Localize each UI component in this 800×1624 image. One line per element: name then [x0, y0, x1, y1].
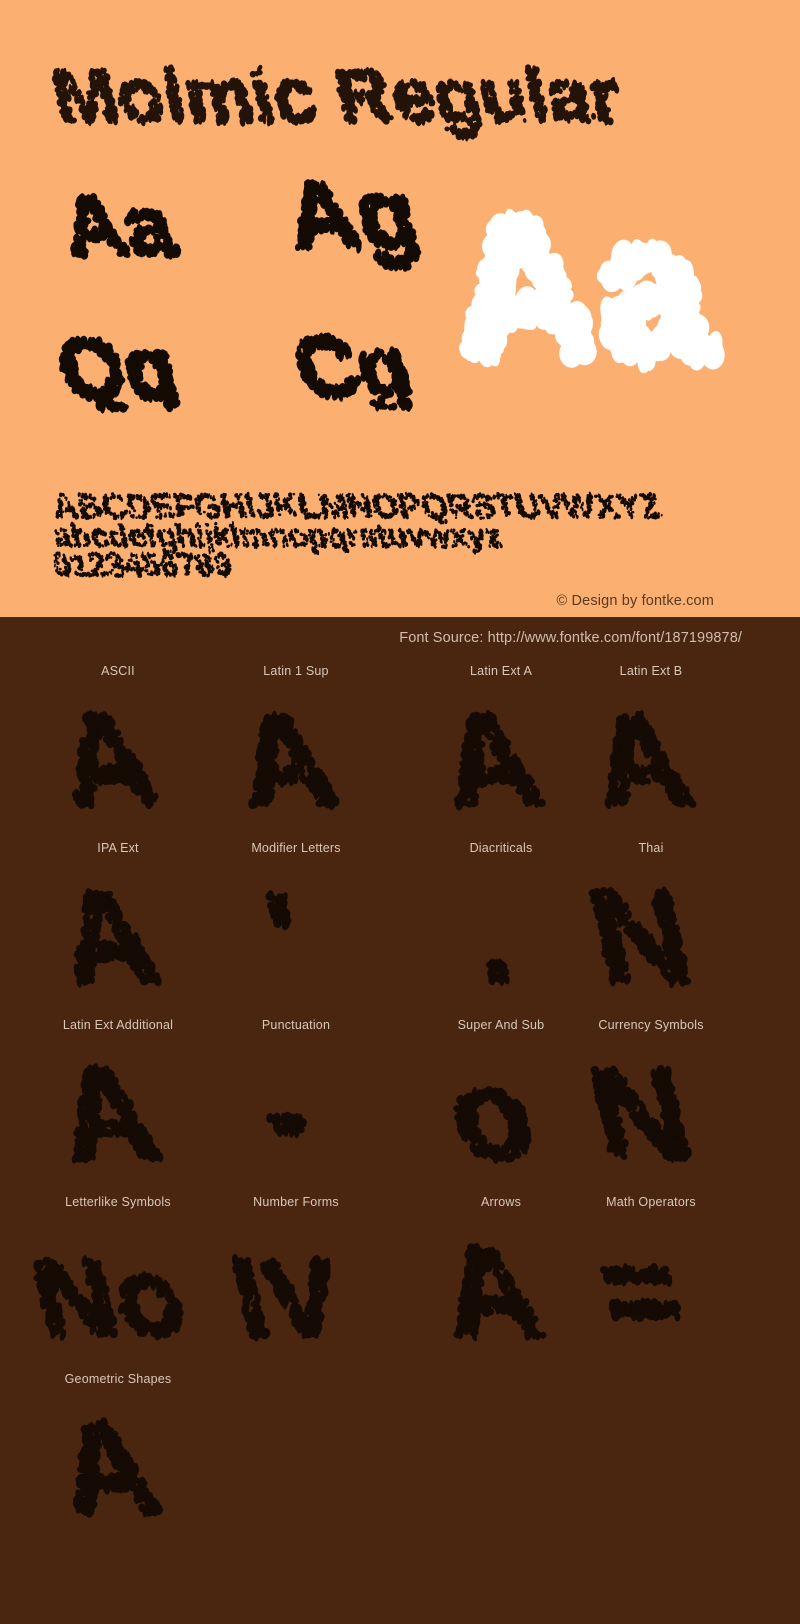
- coverage-glyph: [562, 1214, 740, 1354]
- coverage-glyph: [29, 1037, 207, 1177]
- coverage-grid: ASCII Latin 1 Sup Latin Ext A Latin Ext …: [0, 653, 800, 1538]
- coverage-cell-latin-ext-b: Latin Ext B: [562, 653, 740, 830]
- coverage-row: Letterlike Symbols Number Forms Arrows M…: [0, 1184, 800, 1361]
- coverage-row: Geometric Shapes: [0, 1361, 800, 1538]
- coverage-label: Latin 1 Sup: [263, 664, 329, 678]
- coverage-cell-thai: Thai: [562, 830, 740, 1007]
- coverage-cell-geometric-shapes: Geometric Shapes: [29, 1361, 207, 1538]
- coverage-label: IPA Ext: [97, 841, 139, 855]
- coverage-label: Letterlike Symbols: [65, 1195, 171, 1209]
- coverage-cell-latin-ext-additional: Latin Ext Additional: [29, 1007, 207, 1184]
- coverage-label: Number Forms: [253, 1195, 339, 1209]
- coverage-cell-currency-symbols: Currency Symbols: [562, 1007, 740, 1184]
- coverage-row: Latin Ext Additional Punctuation Super A…: [0, 1007, 800, 1184]
- coverage-glyph: [29, 683, 207, 823]
- coverage-label: Thai: [638, 841, 664, 855]
- specimen-title-row: Molmic Regular: [0, 48, 800, 144]
- coverage-cell-ascii: ASCII: [29, 653, 207, 830]
- coverage-glyph: [207, 1037, 385, 1177]
- coverage-label: ASCII: [101, 664, 135, 678]
- coverage-row: IPA Ext Modifier Letters Diacriticals Th…: [0, 830, 800, 1007]
- coverage-label: Modifier Letters: [251, 841, 341, 855]
- sample-glyph-ag: Ag: [290, 178, 430, 272]
- design-credit: © Design by fontke.com: [556, 593, 714, 609]
- sample-glyph-cg: Cg: [290, 328, 430, 412]
- coverage-label: Geometric Shapes: [64, 1372, 172, 1386]
- coverage-glyph: [562, 860, 740, 1000]
- coverage-glyph: [29, 1214, 207, 1354]
- coverage-cell-punctuation: Punctuation: [207, 1007, 385, 1184]
- coverage-glyph: [207, 1214, 385, 1354]
- unicode-coverage-panel: Font Source: http://www.fontke.com/font/…: [0, 617, 800, 1624]
- alphabet-sample: ABCDEFGHIJKLMNOPQRSTUVWXYZ abcdefghijklm…: [53, 488, 720, 593]
- alphabet-digits: 0123456789: [53, 548, 345, 582]
- coverage-glyph: [29, 860, 207, 1000]
- coverage-label: Latin Ext B: [619, 664, 683, 678]
- coverage-cell-ipa-ext: IPA Ext: [29, 830, 207, 1007]
- coverage-label: Math Operators: [606, 1195, 696, 1209]
- coverage-glyph: [207, 860, 385, 1000]
- font-specimen-page: Molmic Regular Aa Ag Qq Cg Aa ABCDEFGHIJ…: [0, 0, 800, 1624]
- sample-glyph-aa: Aa: [55, 185, 195, 265]
- coverage-cell-latin-1-sup: Latin 1 Sup: [207, 653, 385, 830]
- sample-glyph-qq: Qq: [55, 328, 195, 414]
- coverage-glyph: [207, 683, 385, 823]
- page-title: [51, 48, 715, 142]
- coverage-row: ASCII Latin 1 Sup Latin Ext A Latin Ext …: [0, 653, 800, 830]
- coverage-label: Latin Ext Additional: [62, 1018, 174, 1032]
- coverage-glyph: [29, 1391, 207, 1531]
- sample-glyph-reverse: Aa: [455, 195, 725, 385]
- coverage-cell-modifier-letters: Modifier Letters: [207, 830, 385, 1007]
- coverage-glyph: [562, 1037, 740, 1177]
- coverage-label: Punctuation: [261, 1018, 331, 1032]
- coverage-cell-math-operators: Math Operators: [562, 1184, 740, 1361]
- specimen-preview-panel: Molmic Regular Aa Ag Qq Cg Aa ABCDEFGHIJ…: [0, 0, 800, 617]
- coverage-label: Currency Symbols: [598, 1018, 704, 1032]
- coverage-glyph: [562, 683, 740, 823]
- font-source-link[interactable]: Font Source: http://www.fontke.com/font/…: [399, 630, 742, 646]
- coverage-cell-letterlike-symbols: Letterlike Symbols: [29, 1184, 207, 1361]
- coverage-cell-number-forms: Number Forms: [207, 1184, 385, 1361]
